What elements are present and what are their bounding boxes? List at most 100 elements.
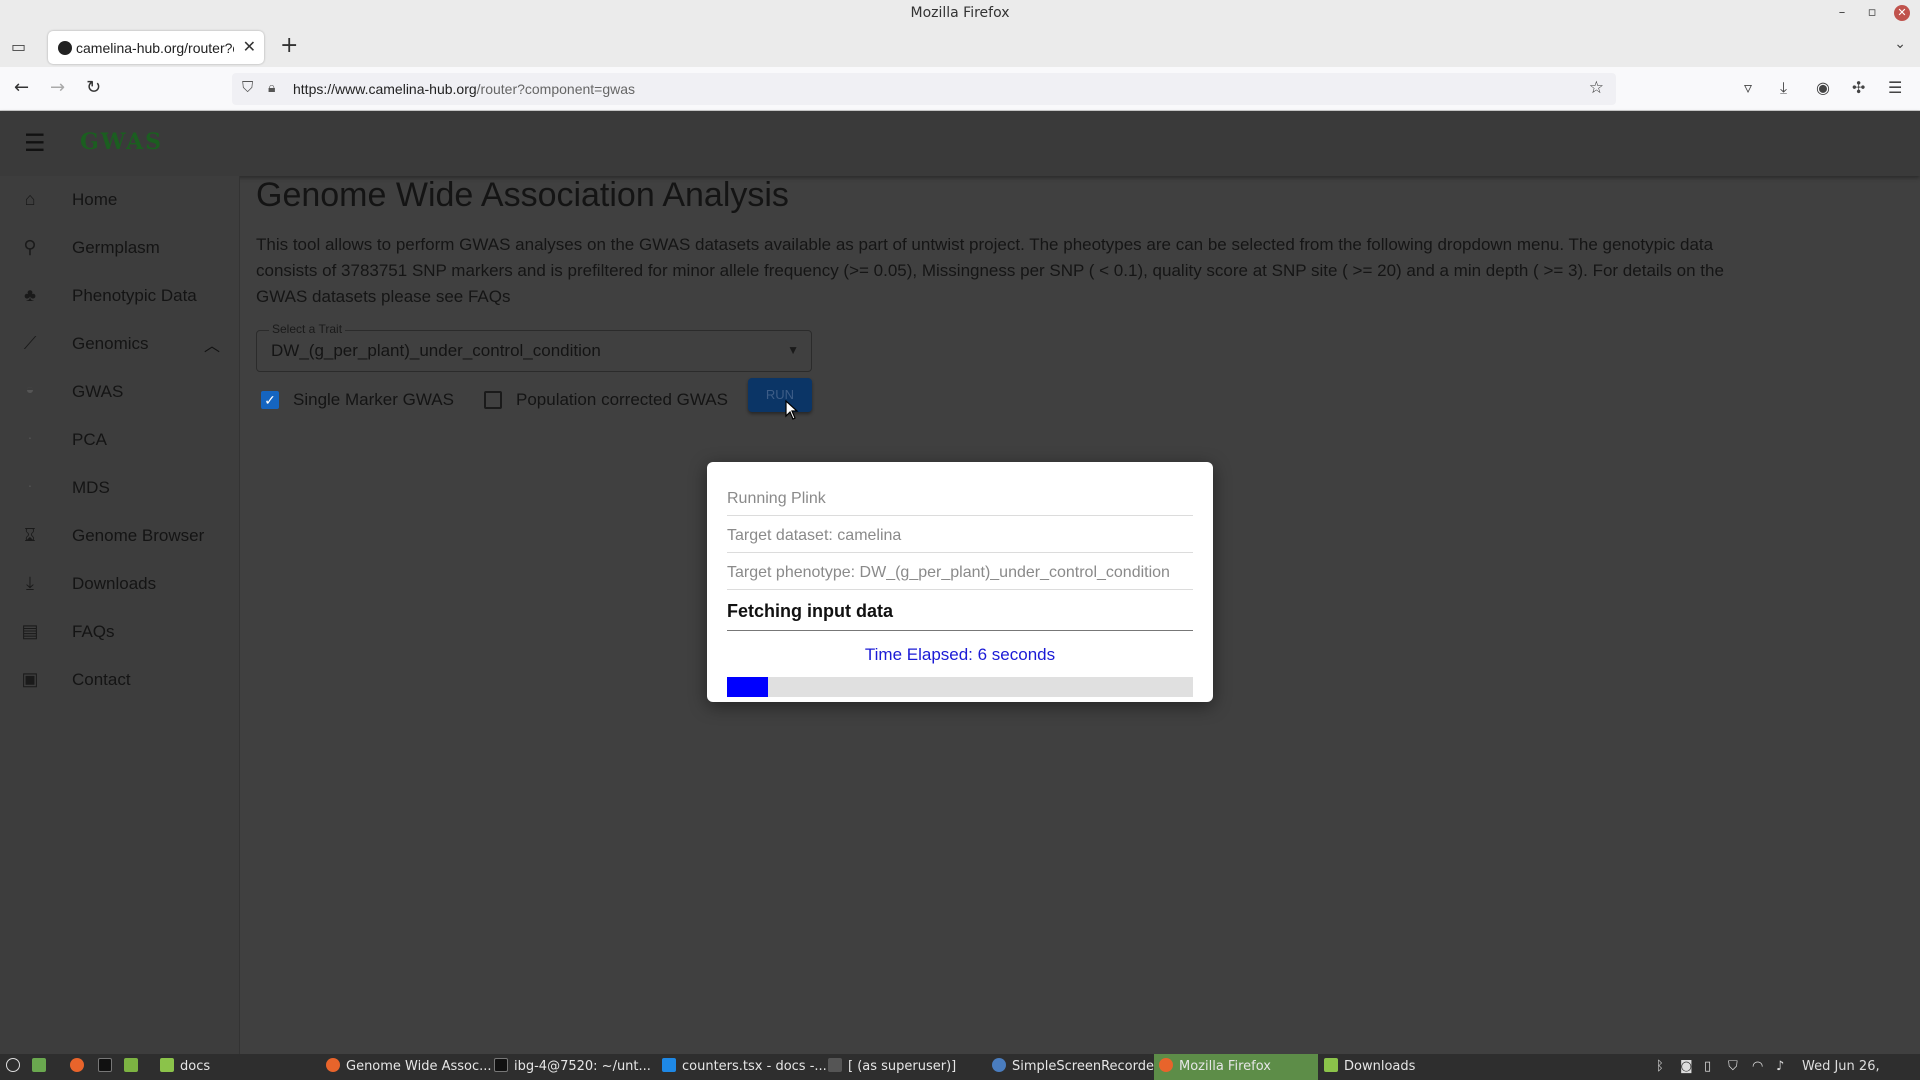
sidebar: ⌂ Home ⚲ Germplasm ♣ Phenotypic Data ⟋ G…	[0, 176, 240, 1054]
sidebar-item-label: Home	[72, 190, 118, 209]
volume-icon[interactable]: ♪	[1776, 1054, 1784, 1080]
pca-icon: ·	[27, 429, 33, 445]
sidebar-item-label: Germplasm	[72, 238, 160, 257]
sidebar-item-gwas[interactable]: ◒ GWAS	[0, 368, 240, 416]
trend-icon: ⟋	[23, 333, 37, 353]
sidebar-item-label: FAQs	[72, 622, 115, 641]
maximize-button[interactable]: ▫	[1862, 3, 1882, 23]
back-icon[interactable]: ←	[14, 77, 29, 98]
sidebar-item-label: Genome Browser	[72, 526, 205, 545]
taskbar-item-label: ibg-4@7520: ~/unt...	[514, 1059, 651, 1074]
start-menu-icon[interactable]	[6, 1054, 26, 1080]
sidebar-item-genome-browser[interactable]: ⌛︎ Genome Browser	[0, 512, 240, 560]
terminal-icon	[494, 1058, 508, 1072]
url-host: https://www.camelina-hub.org	[293, 81, 477, 97]
run-button[interactable]: RUN	[748, 378, 812, 412]
taskbar-item-firefox[interactable]: Mozilla Firefox	[1154, 1054, 1318, 1080]
pocket-icon[interactable]: ▿	[1744, 78, 1752, 97]
sidebar-item-downloads[interactable]: ⤓ Downloads	[0, 560, 240, 608]
sidebar-item-label: Contact	[72, 670, 131, 689]
population-corrected-label: Population corrected GWAS	[516, 390, 728, 409]
taskbar-item-terminal[interactable]: ibg-4@7520: ~/unt...	[494, 1054, 651, 1080]
close-window-button[interactable]: ✕	[1894, 5, 1910, 21]
tab-list-icon[interactable]: ▭	[11, 37, 26, 56]
favicon-icon	[58, 41, 72, 55]
taskbar-item-label: counters.tsx - docs -...	[682, 1059, 827, 1074]
taskbar-item-label: Mozilla Firefox	[1179, 1059, 1271, 1074]
taskbar-item-docs[interactable]: docs	[160, 1054, 210, 1080]
files-launcher-icon[interactable]	[124, 1054, 144, 1080]
show-desktop-icon[interactable]	[32, 1054, 52, 1080]
taskbar-item-label: Downloads	[1344, 1059, 1416, 1074]
wifi-icon[interactable]: ◠	[1752, 1054, 1763, 1080]
security-icon[interactable]: ⛉	[1728, 1054, 1738, 1080]
clipboard-icon[interactable]: ▯	[1704, 1054, 1711, 1080]
window-titlebar: Mozilla Firefox – ▫ ✕	[0, 0, 1920, 27]
sidebar-item-contact[interactable]: ▣ Contact	[0, 656, 240, 704]
camera-icon[interactable]: ◙	[1680, 1054, 1693, 1080]
hamburger-menu-icon[interactable]: ☰	[24, 129, 46, 157]
modal-line-phenotype: Target phenotype: DW_(g_per_plant)_under…	[727, 553, 1193, 590]
progress-bar-fill	[727, 677, 768, 697]
taskbar-item-vscode[interactable]: counters.tsx - docs -...	[662, 1054, 827, 1080]
clock[interactable]: Wed Jun 26, 14:56	[1802, 1054, 1920, 1080]
sidebar-item-faqs[interactable]: ▤ FAQs	[0, 608, 240, 656]
tab-close-icon[interactable]: ✕	[243, 37, 256, 57]
sidebar-item-label: Genomics	[72, 334, 149, 353]
bookmark-star-icon[interactable]: ☆	[1589, 78, 1604, 98]
contact-icon: ▣	[21, 669, 39, 689]
taskbar: docs Genome Wide Assoc... ibg-4@7520: ~/…	[0, 1054, 1920, 1080]
chevron-up-icon[interactable]: ︿	[204, 332, 220, 356]
firefox-icon	[326, 1058, 340, 1072]
terminal-launcher-icon[interactable]	[98, 1054, 118, 1080]
lock-icon[interactable]: 🔒︎	[268, 79, 275, 96]
sidebar-item-mds[interactable]: · MDS	[0, 464, 240, 512]
checkbox-unchecked-icon[interactable]	[484, 391, 502, 409]
modal-line-dataset: Target dataset: camelina	[727, 516, 1193, 553]
firefox-launcher-icon[interactable]	[70, 1054, 90, 1080]
taskbar-item-label: Genome Wide Assoc...	[346, 1059, 492, 1074]
taskbar-item-screenrecorder[interactable]: SimpleScreenRecorder	[992, 1054, 1159, 1080]
reload-icon[interactable]: ↻	[86, 77, 101, 98]
download-icon: ⤓	[26, 573, 34, 593]
extensions-icon[interactable]: ✣	[1852, 78, 1865, 97]
taskbar-item-downloads[interactable]: Downloads	[1324, 1054, 1415, 1080]
dropdown-arrow-icon[interactable]: ▼	[787, 343, 799, 357]
navigation-bar: ← → ↻ ⛉ 🔒︎ https://www.camelina-hub.org/…	[0, 67, 1920, 111]
sidebar-item-phenotypic-data[interactable]: ♣ Phenotypic Data	[0, 272, 240, 320]
taskbar-item-label: SimpleScreenRecorder	[1012, 1059, 1160, 1074]
downloads-toolbar-icon[interactable]: ⤓	[1780, 78, 1787, 98]
app-menu-icon[interactable]: ☰	[1888, 78, 1902, 97]
trait-select[interactable]: Select a Trait DW_(g_per_plant)_under_co…	[256, 322, 812, 372]
account-icon[interactable]: ◉	[1816, 78, 1830, 97]
url-bar[interactable]: ⛉ 🔒︎ https://www.camelina-hub.org/router…	[232, 73, 1616, 105]
url-text[interactable]: https://www.camelina-hub.org/router?comp…	[293, 81, 635, 97]
taskbar-item-superuser[interactable]: [ (as superuser)]	[828, 1054, 956, 1080]
single-marker-checkbox[interactable]: ✓ Single Marker GWAS	[261, 386, 461, 414]
sidebar-item-pca[interactable]: · PCA	[0, 416, 240, 464]
trait-select-label: Select a Trait	[269, 322, 346, 336]
single-marker-label: Single Marker GWAS	[293, 390, 454, 409]
plant-icon: ♣	[24, 285, 36, 305]
bluetooth-icon[interactable]: ᛒ	[1656, 1054, 1664, 1080]
checkbox-checked-icon[interactable]: ✓	[261, 391, 279, 409]
tracking-shield-icon[interactable]: ⛉	[242, 79, 253, 96]
taskbar-item-genome-wide[interactable]: Genome Wide Assoc...	[326, 1054, 492, 1080]
trait-select-value: DW_(g_per_plant)_under_control_condition	[271, 341, 601, 360]
forward-icon[interactable]: →	[50, 77, 65, 98]
new-tab-button[interactable]: +	[280, 33, 298, 58]
sidebar-item-label: Phenotypic Data	[72, 286, 197, 305]
sidebar-item-germplasm[interactable]: ⚲ Germplasm	[0, 224, 240, 272]
app-header: ☰ GWAS	[0, 111, 1920, 176]
recorder-icon	[992, 1058, 1006, 1072]
sidebar-item-home[interactable]: ⌂ Home	[0, 176, 240, 224]
folder-icon	[1324, 1058, 1338, 1072]
tab-bar: ▭ camelina-hub.org/router?component=gwas…	[0, 27, 1920, 67]
sidebar-item-label: PCA	[72, 430, 107, 449]
browser-tab[interactable]: camelina-hub.org/router?component=gwas ✕	[48, 31, 264, 64]
sidebar-item-genomics[interactable]: ⟋ Genomics ︿	[0, 320, 240, 368]
list-all-tabs-icon[interactable]: ⌄	[1894, 36, 1906, 52]
app-icon	[828, 1058, 842, 1072]
population-corrected-checkbox[interactable]: Population corrected GWAS	[484, 386, 734, 414]
minimize-button[interactable]: –	[1832, 3, 1852, 23]
